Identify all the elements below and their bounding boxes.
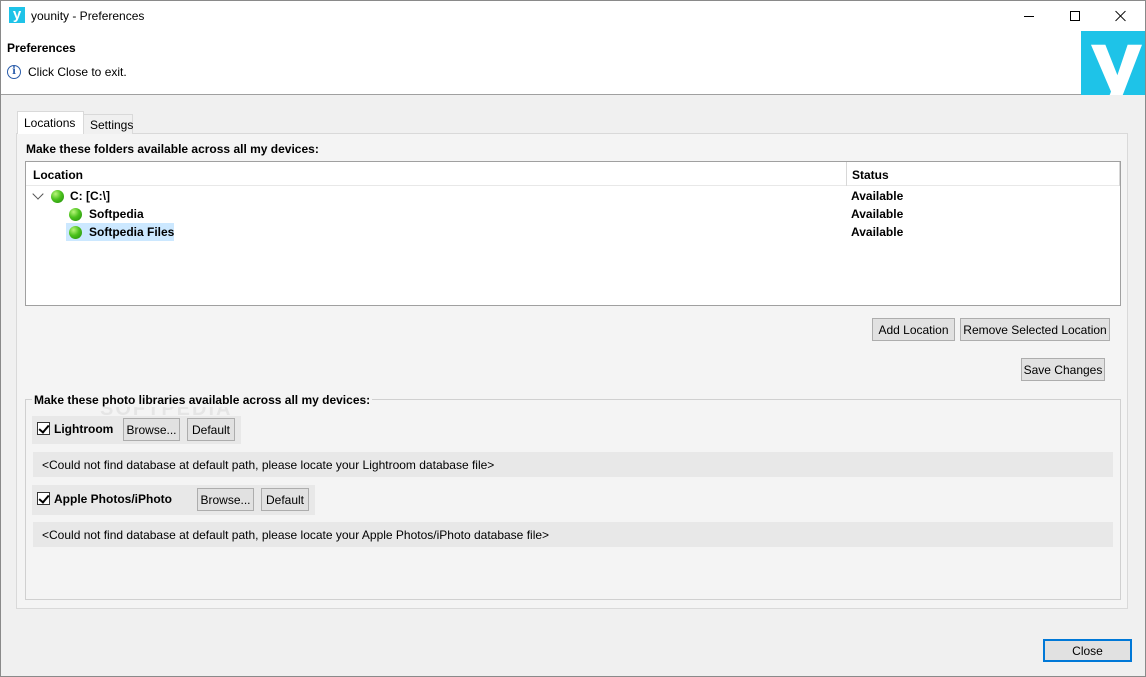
tree-row-softpedia[interactable]: Softpedia Available bbox=[26, 205, 1119, 223]
apple-photos-label: Apple Photos/iPhoto bbox=[54, 492, 172, 506]
tab-settings[interactable]: Settings bbox=[83, 114, 133, 134]
locations-section-label: Make these folders available across all … bbox=[26, 142, 319, 156]
tree-row-softpedia-files[interactable]: Softpedia Files Available bbox=[26, 223, 1119, 241]
minimize-icon bbox=[1024, 15, 1034, 17]
tree-row-label: Softpedia bbox=[89, 207, 144, 221]
tree-row-status: Available bbox=[851, 225, 904, 239]
status-green-icon bbox=[69, 226, 82, 239]
close-button[interactable]: Close bbox=[1043, 639, 1132, 662]
remove-selected-location-button[interactable]: Remove Selected Location bbox=[960, 318, 1110, 341]
header-band: Preferences i Click Close to exit. y bbox=[1, 31, 1145, 95]
title-bar: y younity - Preferences bbox=[1, 1, 1145, 31]
lightroom-message: <Could not find database at default path… bbox=[42, 458, 495, 472]
info-text: Click Close to exit. bbox=[28, 65, 127, 79]
tree-row-drive-c[interactable]: C: [C:\] Available bbox=[26, 187, 1119, 205]
younity-logo: y bbox=[1081, 31, 1145, 95]
tree-row-label: C: [C:\] bbox=[70, 189, 110, 203]
status-green-icon bbox=[69, 208, 82, 221]
apple-photos-checkbox[interactable] bbox=[37, 492, 50, 505]
tree-row-status: Available bbox=[851, 207, 904, 221]
apple-photos-message: <Could not find database at default path… bbox=[42, 528, 550, 542]
maximize-icon bbox=[1070, 11, 1080, 21]
lightroom-default-button[interactable]: Default bbox=[187, 418, 235, 441]
window-close-button[interactable] bbox=[1098, 1, 1144, 31]
lightroom-browse-button[interactable]: Browse... bbox=[123, 418, 180, 441]
info-icon: i bbox=[7, 65, 21, 79]
window-title: younity - Preferences bbox=[31, 9, 145, 23]
libraries-section-label: Make these photo libraries available acr… bbox=[32, 393, 373, 407]
lightroom-label: Lightroom bbox=[54, 422, 114, 436]
chevron-down-icon[interactable] bbox=[32, 188, 44, 200]
column-header-status[interactable]: Status bbox=[852, 168, 889, 182]
tree-row-status: Available bbox=[851, 189, 904, 203]
lightroom-checkbox[interactable] bbox=[37, 422, 50, 435]
column-divider[interactable] bbox=[1119, 162, 1120, 186]
tree-row-label: Softpedia Files bbox=[89, 225, 175, 239]
grid-header: Location Status bbox=[26, 162, 1120, 186]
save-changes-button[interactable]: Save Changes bbox=[1021, 358, 1105, 381]
minimize-button[interactable] bbox=[1006, 1, 1052, 31]
tab-locations[interactable]: Locations bbox=[17, 111, 84, 134]
app-icon: y bbox=[9, 7, 25, 23]
maximize-button[interactable] bbox=[1052, 1, 1098, 31]
column-header-location[interactable]: Location bbox=[33, 168, 83, 182]
logo-letter: y bbox=[1090, 31, 1144, 95]
apple-photos-default-button[interactable]: Default bbox=[261, 488, 309, 511]
close-icon bbox=[1115, 10, 1127, 22]
add-location-button[interactable]: Add Location bbox=[872, 318, 955, 341]
column-divider[interactable] bbox=[846, 162, 847, 186]
locations-tree-grid[interactable]: Location Status C: [C:\] Available Softp… bbox=[25, 161, 1121, 306]
status-green-icon bbox=[51, 190, 64, 203]
apple-photos-browse-button[interactable]: Browse... bbox=[197, 488, 254, 511]
page-title: Preferences bbox=[7, 41, 76, 55]
